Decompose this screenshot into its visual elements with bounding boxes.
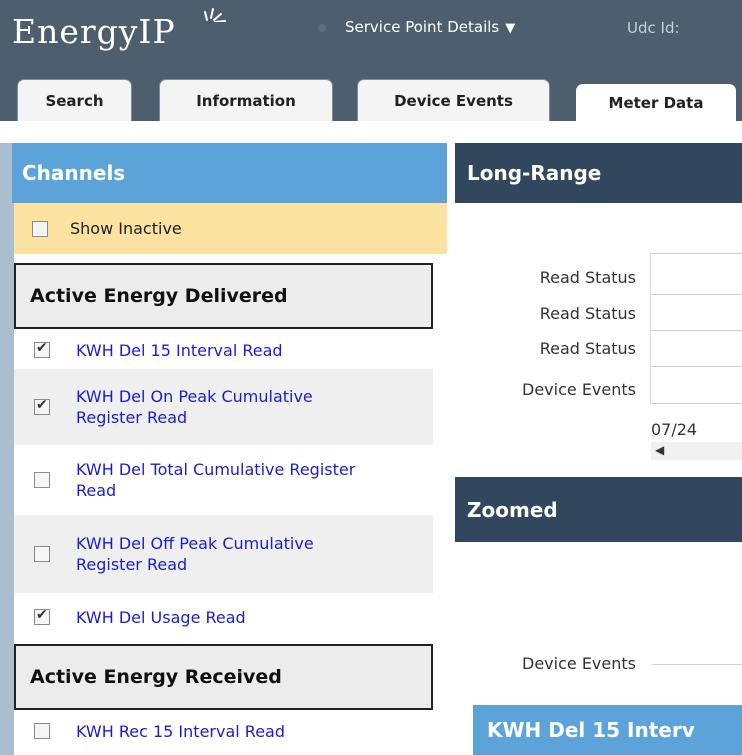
channels-panel: Channels Show Inactive Active Energy Del… bbox=[0, 143, 447, 755]
channel-label[interactable]: KWH Del On Peak Cumulative Register Read bbox=[76, 386, 376, 428]
channel-item[interactable]: KWH Rec 15 Interval Read bbox=[14, 713, 433, 749]
show-inactive-label: Show Inactive bbox=[70, 219, 182, 238]
channel-label[interactable]: KWH Del 15 Interval Read bbox=[76, 340, 283, 361]
udc-id-label: Udc Id: bbox=[627, 19, 680, 37]
app-header: EnergyIP Service Point Details ▼ Udc Id: … bbox=[0, 0, 742, 121]
channel-item[interactable]: KWH Del Total Cumulative Register Read bbox=[14, 446, 433, 514]
show-inactive-checkbox[interactable] bbox=[32, 220, 48, 237]
channel-label[interactable]: KWH Del Total Cumulative Register Read bbox=[76, 459, 356, 501]
channel-detail-header: KWH Del 15 Interv bbox=[473, 705, 742, 755]
date-axis-label: 07/24 bbox=[651, 420, 698, 439]
chevron-down-icon: ▼ bbox=[505, 21, 516, 36]
gridline bbox=[650, 294, 742, 295]
channel-checkbox[interactable] bbox=[34, 723, 50, 739]
row-label: Read Status bbox=[539, 339, 636, 358]
show-inactive-row[interactable]: Show Inactive bbox=[14, 203, 447, 254]
row-label: Read Status bbox=[539, 304, 636, 323]
channel-item[interactable]: KWH Del Off Peak Cumulative Register Rea… bbox=[14, 515, 433, 593]
gridline bbox=[650, 253, 742, 254]
tab-search[interactable]: Search bbox=[17, 79, 132, 121]
channel-label[interactable]: KWH Del Usage Read bbox=[76, 607, 246, 628]
channel-item[interactable]: KWH Del 15 Interval Read bbox=[14, 332, 433, 368]
section-active-energy-delivered: Active Energy Delivered bbox=[14, 263, 433, 329]
gridline bbox=[650, 330, 742, 331]
channel-item[interactable]: KWH Del On Peak Cumulative Register Read bbox=[14, 369, 433, 445]
tab-meter-data[interactable]: Meter Data bbox=[576, 84, 736, 121]
row-label: Device Events bbox=[522, 380, 636, 399]
channel-checkbox[interactable] bbox=[34, 397, 50, 415]
long-range-header: Long-Range bbox=[455, 143, 742, 203]
channel-label[interactable]: KWH Del Off Peak Cumulative Register Rea… bbox=[76, 533, 376, 575]
tab-information[interactable]: Information bbox=[159, 79, 333, 121]
channel-checkbox[interactable] bbox=[34, 607, 50, 625]
row-label: Device Events bbox=[522, 654, 636, 673]
page-view-label: Service Point Details bbox=[345, 18, 500, 36]
row-label: Read Status bbox=[539, 268, 636, 287]
gridline bbox=[650, 403, 742, 404]
channel-checkbox[interactable] bbox=[34, 340, 50, 358]
horizontal-scrollbar[interactable]: ◀ bbox=[651, 442, 742, 460]
panel-border bbox=[0, 143, 14, 755]
app-logo: EnergyIP bbox=[12, 12, 176, 51]
header-separator-dot bbox=[318, 24, 326, 32]
long-range-chart-axis bbox=[650, 253, 651, 403]
channel-item[interactable]: KWH Del Usage Read bbox=[14, 594, 433, 640]
page-view-dropdown[interactable]: Service Point Details ▼ bbox=[345, 18, 515, 36]
zoomed-header: Zoomed bbox=[455, 477, 742, 542]
logo-sunburst-icon bbox=[204, 8, 226, 22]
section-active-energy-received: Active Energy Received bbox=[14, 644, 433, 710]
scroll-left-icon[interactable]: ◀ bbox=[655, 443, 664, 457]
channel-label[interactable]: KWH Rec 15 Interval Read bbox=[76, 721, 285, 742]
channels-title: Channels bbox=[12, 143, 447, 203]
gridline bbox=[652, 664, 742, 665]
channel-checkbox[interactable] bbox=[34, 472, 50, 488]
tab-device-events[interactable]: Device Events bbox=[357, 79, 550, 121]
gridline bbox=[650, 366, 742, 367]
channel-checkbox[interactable] bbox=[34, 546, 50, 562]
